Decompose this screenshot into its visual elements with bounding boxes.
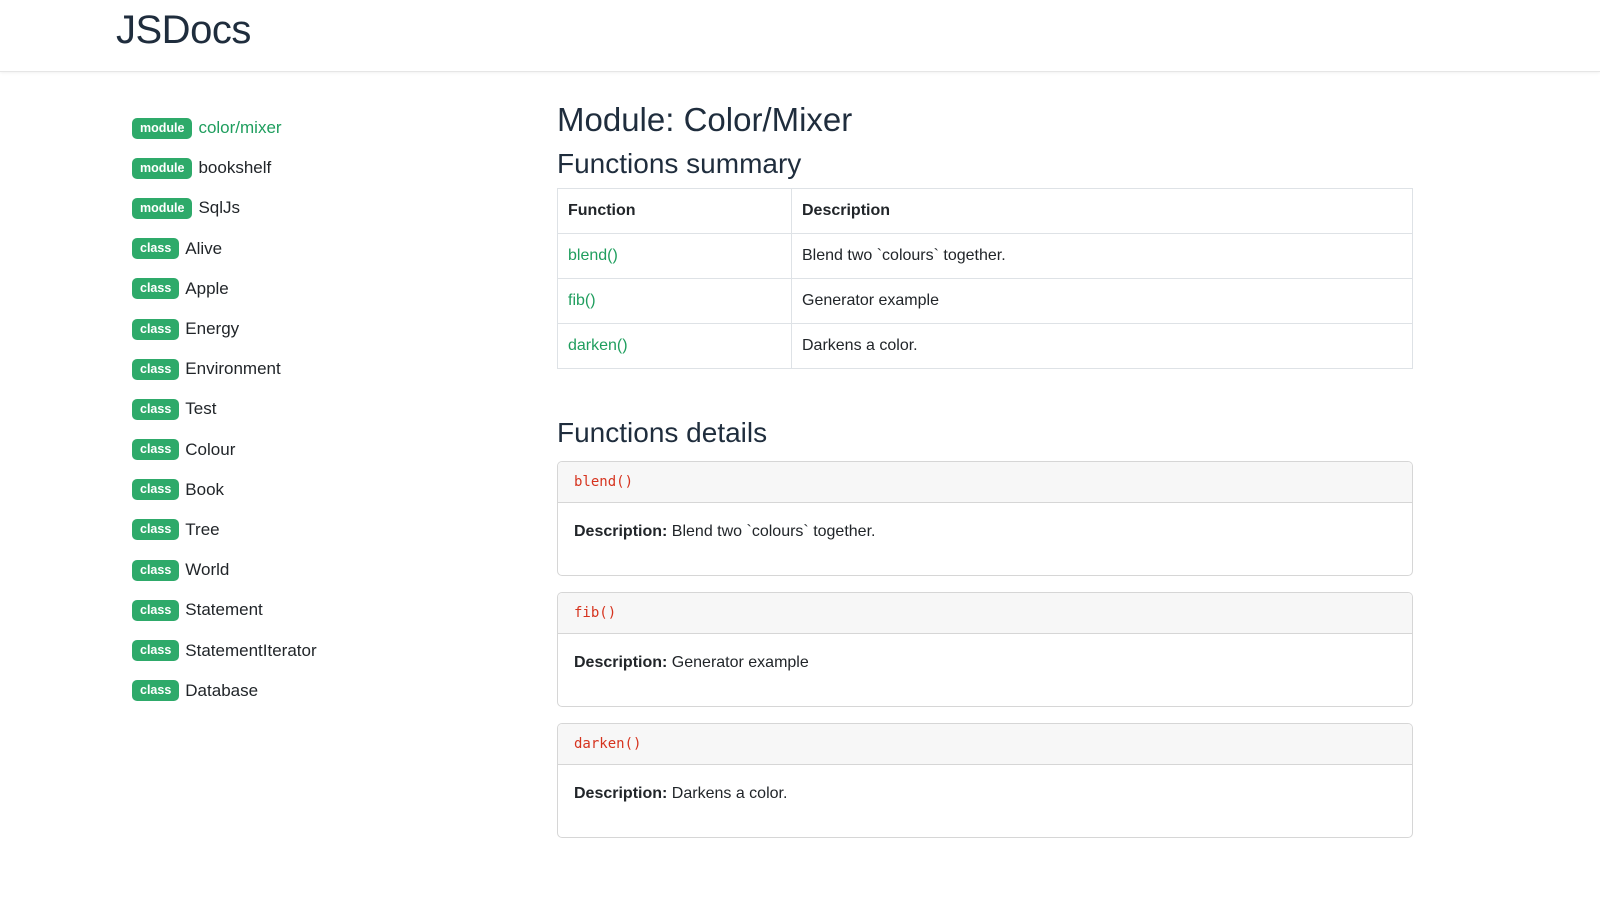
sidebar-link[interactable]: Test <box>185 399 216 419</box>
class-badge: class <box>132 599 180 621</box>
description-text: Blend two `colours` together. <box>671 523 876 540</box>
class-badge: class <box>132 358 180 380</box>
sidebar-link[interactable]: SqlJs <box>198 198 240 218</box>
sidebar-item-energy[interactable]: class Energy <box>132 309 512 349</box>
class-badge: class <box>132 398 180 420</box>
sidebar-item-book[interactable]: class Book <box>132 470 512 510</box>
sidebar-link[interactable]: Environment <box>185 359 280 379</box>
sidebar-item-test[interactable]: class Test <box>132 389 512 429</box>
sidebar-item-environment[interactable]: class Environment <box>132 349 512 389</box>
function-signature: fib() <box>574 605 617 621</box>
function-cell: blend() <box>557 233 792 279</box>
sidebar-link[interactable]: color/mixer <box>198 118 281 138</box>
top-navbar: JSDocs <box>0 0 1600 72</box>
function-link-fib[interactable]: fib() <box>568 292 596 309</box>
card-body: Description: Generator example <box>558 634 1412 706</box>
function-card-fib: fib() Description: Generator example <box>557 592 1413 707</box>
class-badge: class <box>132 559 180 581</box>
module-badge: module <box>132 157 193 179</box>
functions-summary-heading: Functions summary <box>557 148 802 179</box>
sidebar-item-color-mixer[interactable]: module color/mixer <box>132 108 512 148</box>
function-cell: darken() <box>557 323 792 369</box>
sidebar-link[interactable]: Database <box>185 681 258 701</box>
brand-logo-link[interactable]: JSDocs <box>116 8 251 53</box>
description-cell: Darkens a color. <box>791 323 1413 369</box>
class-badge: class <box>132 680 180 702</box>
description-text: Darkens a color. <box>671 785 788 802</box>
class-badge: class <box>132 479 180 501</box>
sidebar-item-statement[interactable]: class Statement <box>132 590 512 630</box>
class-badge: class <box>132 238 180 260</box>
table-header-row: Function Description <box>557 188 1413 234</box>
sidebar-link[interactable]: Energy <box>185 319 239 339</box>
sidebar-item-alive[interactable]: class Alive <box>132 229 512 269</box>
function-link-blend[interactable]: blend() <box>568 247 618 264</box>
card-body: Description: Darkens a color. <box>558 765 1412 837</box>
function-card-darken: darken() Description: Darkens a color. <box>557 723 1413 838</box>
sidebar-link[interactable]: Tree <box>185 520 219 540</box>
sidebar-item-statementiterator[interactable]: class StatementIterator <box>132 630 512 670</box>
description-cell: Generator example <box>791 278 1413 324</box>
function-signature: darken() <box>574 736 642 752</box>
sidebar-link[interactable]: Colour <box>185 440 235 460</box>
class-badge: class <box>132 640 180 662</box>
description-label: Description: <box>574 654 668 671</box>
description-cell: Blend two `colours` together. <box>791 233 1413 279</box>
class-badge: class <box>132 519 180 541</box>
function-card-blend: blend() Description: Blend two `colours`… <box>557 461 1413 576</box>
module-badge: module <box>132 197 193 219</box>
class-badge: class <box>132 318 180 340</box>
table-row: fib() Generator example <box>557 278 1413 324</box>
sidebar-item-apple[interactable]: class Apple <box>132 269 512 309</box>
sidebar-item-colour[interactable]: class Colour <box>132 430 512 470</box>
description-label: Description: <box>574 785 668 802</box>
module-badge: module <box>132 117 193 139</box>
class-badge: class <box>132 278 180 300</box>
sidebar-item-bookshelf[interactable]: module bookshelf <box>132 148 512 188</box>
sidebar-nav: module color/mixer module bookshelf modu… <box>132 108 512 711</box>
card-body: Description: Blend two `colours` togethe… <box>558 503 1412 575</box>
sidebar-link[interactable]: bookshelf <box>198 158 271 178</box>
function-link-darken[interactable]: darken() <box>568 337 628 354</box>
description-label: Description: <box>574 523 668 540</box>
sidebar-item-database[interactable]: class Database <box>132 671 512 711</box>
function-cell: fib() <box>557 278 792 324</box>
sidebar-link[interactable]: Alive <box>185 239 222 259</box>
page-title: Module: Color/Mixer <box>557 101 853 138</box>
main-content: Module: Color/Mixer Functions summary Fu… <box>557 100 1413 838</box>
sidebar-link[interactable]: World <box>185 560 229 580</box>
sidebar-item-sqljs[interactable]: module SqlJs <box>132 188 512 228</box>
sidebar-link[interactable]: Apple <box>185 279 228 299</box>
function-signature: blend() <box>574 474 634 490</box>
column-header-function: Function <box>557 188 792 234</box>
description-text: Generator example <box>671 654 809 671</box>
functions-details-heading: Functions details <box>557 417 768 448</box>
sidebar-item-world[interactable]: class World <box>132 550 512 590</box>
functions-summary-table: Function Description blend() Blend two `… <box>557 188 1413 369</box>
card-header: blend() <box>558 462 1412 503</box>
sidebar-item-tree[interactable]: class Tree <box>132 510 512 550</box>
table-row: darken() Darkens a color. <box>557 323 1413 369</box>
class-badge: class <box>132 439 180 461</box>
sidebar-link[interactable]: StatementIterator <box>185 641 316 661</box>
column-header-description: Description <box>791 188 1413 234</box>
sidebar-link[interactable]: Book <box>185 480 224 500</box>
card-header: fib() <box>558 593 1412 634</box>
sidebar-link[interactable]: Statement <box>185 600 263 620</box>
table-row: blend() Blend two `colours` together. <box>557 233 1413 279</box>
card-header: darken() <box>558 724 1412 765</box>
